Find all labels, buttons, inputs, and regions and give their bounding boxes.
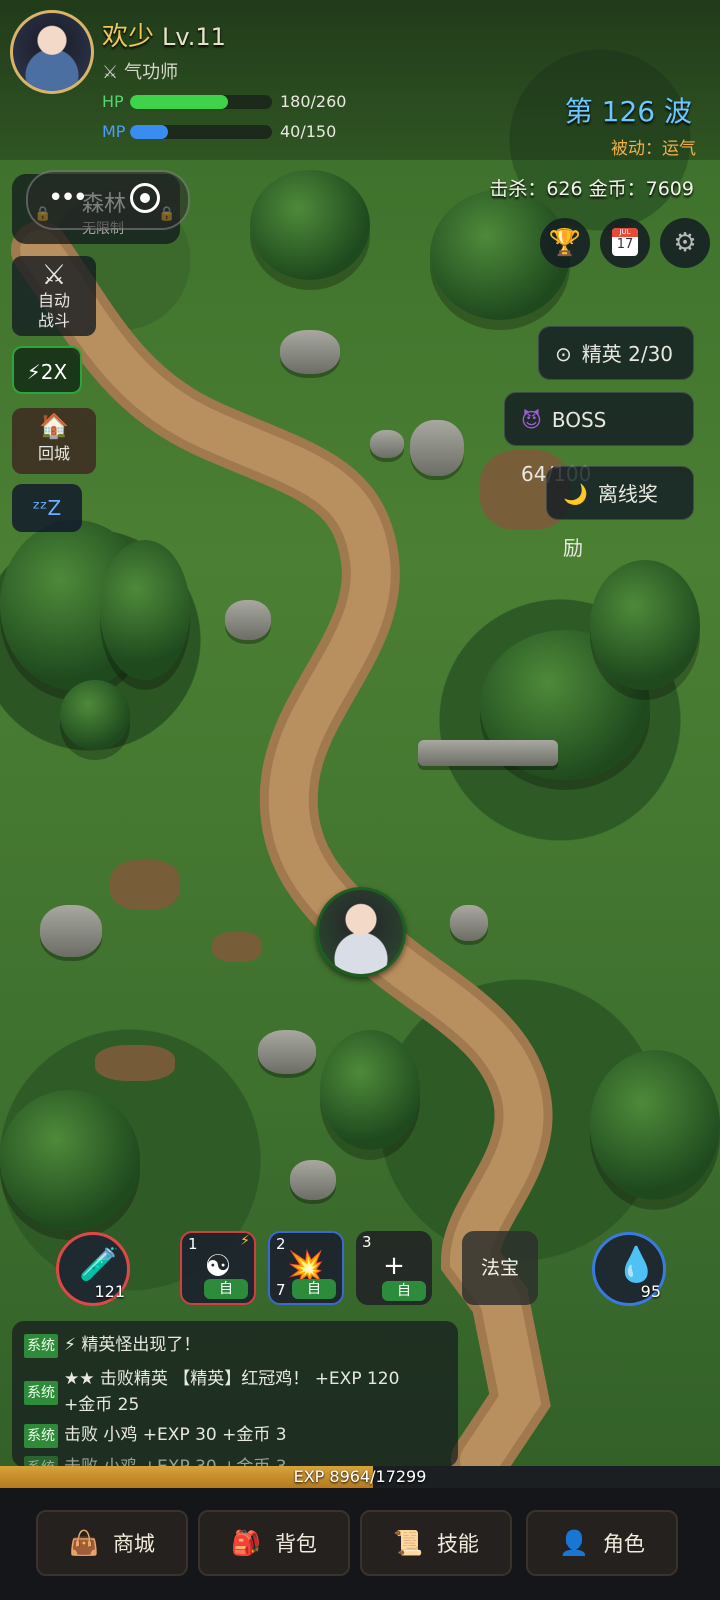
- add-skill-icon: +: [383, 1251, 405, 1281]
- log-line: 系统 ⚡ 精英怪出现了！: [24, 1333, 200, 1358]
- auto-battle-button[interactable]: ⚔ 自动战斗: [12, 256, 96, 336]
- skill-slot-2[interactable]: 2 💥 7 自: [268, 1231, 344, 1305]
- shopping-bag-icon: 👜: [69, 1529, 99, 1557]
- mp-bar-fill: [130, 125, 169, 139]
- rock: [450, 905, 488, 941]
- target-icon: ⊙: [555, 342, 572, 366]
- nav-skills-button[interactable]: 📜 技能: [360, 1510, 512, 1576]
- rock: [280, 330, 340, 374]
- dirt-patch: [212, 932, 262, 962]
- gear-icon[interactable]: ⚙: [660, 218, 710, 268]
- stone-wall: [418, 740, 558, 766]
- tree: [590, 1050, 720, 1200]
- skill-count: 7: [276, 1281, 286, 1299]
- moon-icon: 🌙: [563, 482, 588, 506]
- tree: [60, 680, 130, 750]
- lightning-icon: ⚡: [240, 1233, 250, 1249]
- house-icon: 🏠: [39, 412, 69, 440]
- exp-text: EXP 8964/17299: [293, 1467, 427, 1486]
- hp-bar-fill: [130, 95, 228, 109]
- mp-label: MP: [102, 122, 126, 141]
- devil-icon: 😈: [521, 408, 542, 432]
- kills-gold-stats: 击杀：626 金币：7609: [489, 178, 694, 200]
- crossed-swords-icon: ⚔: [41, 258, 67, 291]
- nav-bag-button[interactable]: 🎒 背包: [198, 1510, 350, 1576]
- fabao-button[interactable]: 法宝: [462, 1231, 538, 1305]
- nav-character-button[interactable]: 👤 角色: [526, 1510, 678, 1576]
- tree: [590, 560, 700, 690]
- water-drop-icon: 💧: [615, 1245, 658, 1285]
- mp-value: 40/150: [280, 122, 337, 141]
- hp-bar: [130, 95, 272, 109]
- tree: [250, 170, 370, 280]
- rock: [370, 430, 404, 458]
- skill-slot-1[interactable]: 1 ⚡ ☯ 自: [180, 1231, 256, 1305]
- calendar-month: JUL: [612, 228, 638, 237]
- player-character[interactable]: [316, 887, 406, 977]
- dirt-patch: [95, 1045, 175, 1081]
- rock: [290, 1160, 336, 1200]
- rock: [225, 600, 271, 640]
- tree: [0, 1090, 140, 1230]
- rock: [40, 905, 102, 957]
- dirt-patch: [110, 860, 180, 910]
- hp-label: HP: [102, 92, 124, 111]
- hp-value: 180/260: [280, 92, 347, 111]
- return-city-button[interactable]: 🏠 回城: [12, 408, 96, 474]
- auto-cast-toggle[interactable]: 自: [382, 1281, 426, 1301]
- auto-cast-toggle[interactable]: 自: [292, 1279, 336, 1299]
- calendar-day: 17: [616, 237, 634, 252]
- record-icon[interactable]: [130, 183, 160, 213]
- character-icon: 👤: [559, 1529, 589, 1557]
- player-level: Lv.11: [162, 23, 226, 51]
- player-class: ⚔ 气功师: [102, 62, 179, 83]
- mp-potion-button[interactable]: 💧 95: [592, 1232, 666, 1306]
- mp-bar: [130, 125, 272, 139]
- crossed-swords-icon: ⚔: [102, 62, 119, 83]
- wave-counter: 第 126 波: [564, 95, 692, 128]
- mp-potion-count: 95: [640, 1282, 661, 1301]
- potion-icon: 🧪: [79, 1245, 119, 1283]
- boss-counter-button[interactable]: 😈BOSS 64/100: [504, 392, 694, 486]
- speed-2x-button[interactable]: ⚡2X: [12, 346, 82, 394]
- sleep-button[interactable]: ᶻᶻZ: [12, 484, 82, 532]
- backpack-icon: 🎒: [231, 1529, 261, 1557]
- rock: [258, 1030, 316, 1074]
- tree: [100, 540, 190, 680]
- scroll-icon: 📜: [393, 1529, 423, 1557]
- player-name: 欢少 Lv.11: [102, 22, 226, 52]
- exp-bar: EXP 8964/17299: [0, 1466, 720, 1488]
- calendar-icon[interactable]: JUL 17: [600, 218, 650, 268]
- tree: [320, 1030, 420, 1150]
- log-line: 系统击败 小鸡 +EXP 30 +金币 3: [24, 1423, 287, 1448]
- elite-counter-button[interactable]: ⊙ 精英 2/30: [538, 326, 694, 380]
- nav-shop-button[interactable]: 👜 商城: [36, 1510, 188, 1576]
- player-avatar[interactable]: [10, 10, 94, 94]
- offline-reward-button[interactable]: 🌙 离线奖励: [546, 466, 694, 560]
- log-line: +金币 25: [64, 1395, 140, 1415]
- battle-log[interactable]: 系统 ⚡ 精英怪出现了！ 系统 ★★ 击败精英 【精英】红冠鸡！ +EXP 120…: [12, 1321, 458, 1467]
- skill-slot-3[interactable]: 3 + 自: [356, 1231, 432, 1305]
- skill-slot-index: 3: [362, 1233, 372, 1251]
- hp-potion-count: 121: [94, 1282, 125, 1301]
- passive-skill: 被动：运气: [611, 139, 696, 159]
- auto-cast-toggle[interactable]: 自: [204, 1279, 248, 1299]
- log-line: 系统 ★★ 击败精英 【精英】红冠鸡！ +EXP 120: [24, 1367, 399, 1405]
- rock: [410, 420, 464, 476]
- hp-potion-button[interactable]: 🧪 121: [56, 1232, 130, 1306]
- trophy-icon[interactable]: 🏆: [540, 218, 590, 268]
- more-dots-icon[interactable]: •••: [48, 183, 88, 213]
